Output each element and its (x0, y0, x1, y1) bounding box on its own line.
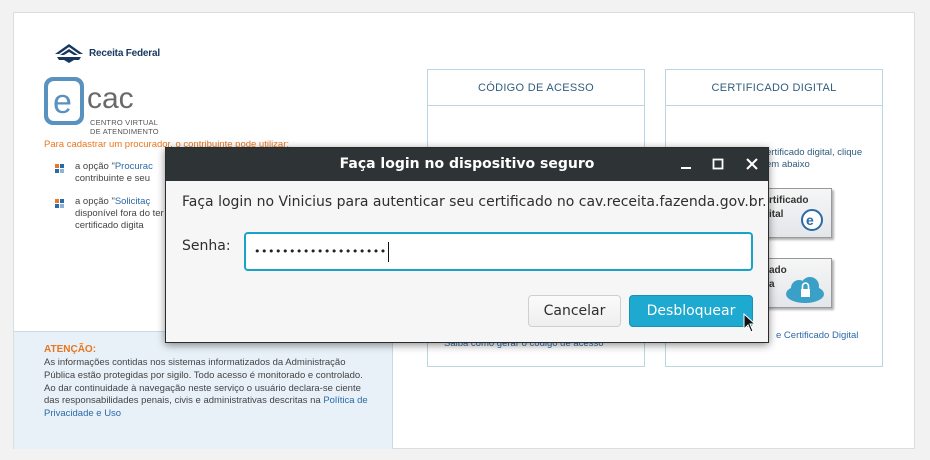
svg-text:e: e (53, 83, 72, 121)
password-label: Senha: (182, 238, 231, 254)
cancel-button[interactable]: Cancelar (528, 295, 621, 327)
maximize-button[interactable] (707, 153, 729, 175)
certificado-digital-button[interactable]: rtificado ital e (760, 188, 832, 238)
dialog-prompt: Faça login no Vinicius para autenticar s… (182, 194, 767, 210)
ecac-subtitle: CENTRO VIRTUAL DE ATENDIMENTO (90, 118, 159, 136)
procuracao-link[interactable]: Procurac (115, 161, 153, 172)
maximize-icon (712, 158, 724, 170)
password-value: ••••••••••••••••••• (254, 245, 387, 258)
dialog-titlebar: Faça login no dispositivo seguro (166, 148, 768, 181)
bullet-icon (55, 199, 64, 208)
solicitacao-link[interactable]: Solicitaç (115, 196, 150, 207)
bullet-icon (55, 164, 64, 173)
mouse-pointer-icon (743, 313, 757, 333)
atencao-body: As informações contidas nos sistemas inf… (44, 357, 368, 420)
certificado-nuvem-button[interactable]: ado a (760, 258, 832, 308)
close-icon (746, 158, 758, 170)
cert-instructions: ertificado digital, clique em abaixo (766, 147, 863, 170)
receita-federal-logo: Receita Federal (52, 42, 160, 64)
secure-login-dialog: Faça login no dispositivo seguro Faça lo… (165, 147, 769, 343)
certificado-digital-link[interactable]: e Certificado Digital (776, 330, 858, 341)
unlock-button[interactable]: Desbloquear (629, 295, 753, 327)
ecac-e-icon: e (801, 209, 823, 231)
brand-name: Receita Federal (89, 47, 160, 59)
password-input[interactable]: ••••••••••••••••••• (244, 232, 753, 271)
atencao-title: ATENÇÃO: (44, 344, 97, 355)
minimize-icon (681, 167, 691, 169)
text-caret (387, 242, 389, 262)
certificado-digital-title: CERTIFICADO DIGITAL (666, 70, 882, 106)
svg-text:e: e (806, 212, 814, 228)
minimize-button[interactable] (675, 153, 697, 175)
codigo-acesso-title: CÓDIGO DE ACESSO (428, 70, 644, 106)
cloud-lock-icon (786, 277, 824, 303)
close-button[interactable] (741, 153, 763, 175)
svg-text:cac: cac (87, 82, 134, 115)
receita-federal-emblem-icon (55, 44, 83, 63)
